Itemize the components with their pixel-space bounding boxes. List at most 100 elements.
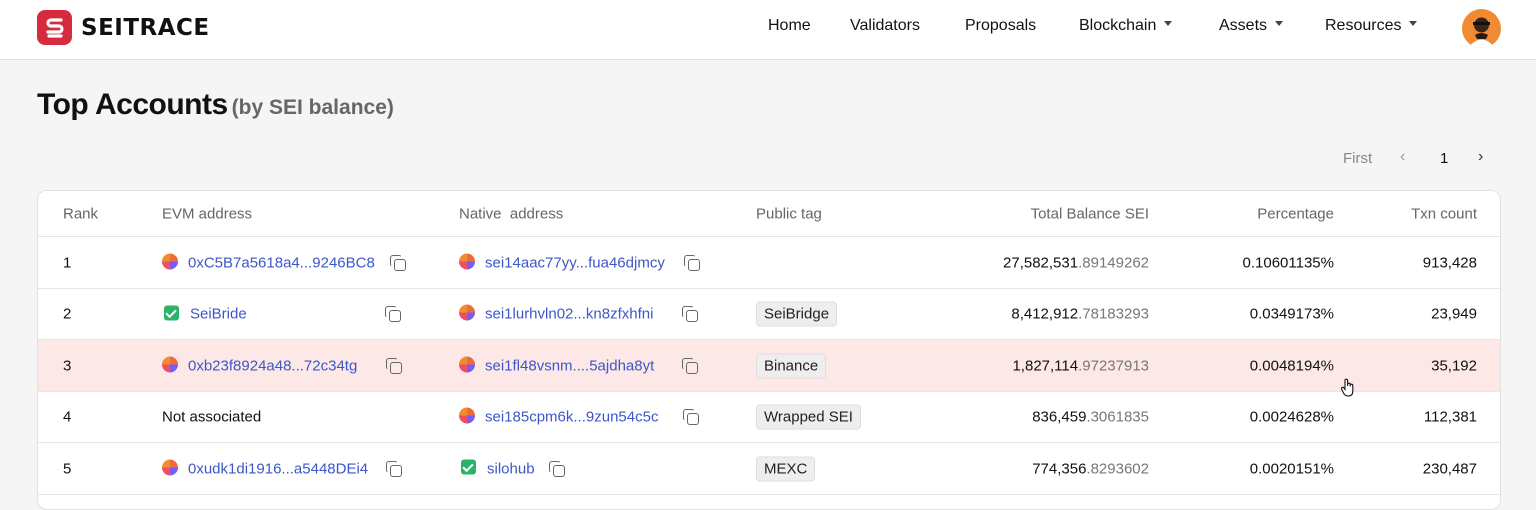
table-row: 1 0xC5B7a5618a4...9246BC8 sei14aac77yy..… xyxy=(38,237,1500,289)
percentage-cell: 0.0048194% xyxy=(1249,357,1334,374)
rank-cell: 5 xyxy=(63,460,72,477)
percentage-cell: 0.0024628% xyxy=(1249,408,1334,426)
copy-icon[interactable] xyxy=(683,409,699,425)
percentage-cell: 0.0020151% xyxy=(1249,460,1334,477)
rank-cell: 1 xyxy=(63,254,72,271)
evm-address-cell: 0xC5B7a5618a4...9246BC8 xyxy=(162,253,375,271)
nav-label: Blockchain xyxy=(1079,17,1157,34)
balance-decimal: .89149262 xyxy=(1078,254,1149,271)
evm-address-link[interactable]: SeiBride xyxy=(190,306,247,323)
table-header: Rank EVM address Native address Public t… xyxy=(38,191,1500,237)
table-row: 5 0xudk1di1916...a5448DEi4 silohub MEXC … xyxy=(38,443,1500,495)
native-address-cell: silohub xyxy=(461,459,535,477)
top-accounts-table: Rank EVM address Native address Public t… xyxy=(37,190,1501,510)
caret-down-icon xyxy=(1409,21,1418,27)
evm-address-link[interactable]: 0xC5B7a5618a4...9246BC8 xyxy=(188,254,375,271)
col-evm-address: EVM address xyxy=(162,205,253,222)
balance-decimal: .78183293 xyxy=(1078,305,1149,323)
copy-icon[interactable] xyxy=(386,461,402,477)
native-address-cell: sei185cpm6k...9zun54c5c xyxy=(459,407,658,425)
nav-home[interactable]: Home xyxy=(768,17,811,35)
evm-address-cell: 0xb23f8924a48...72c34tg xyxy=(162,356,357,374)
balance-integer: 1,827,114 xyxy=(1012,357,1079,374)
balance-cell: 27,582,531.89149262 xyxy=(1003,254,1149,271)
avatar[interactable] xyxy=(1462,9,1501,48)
public-tag-cell: SeiBridge xyxy=(756,301,838,327)
native-address-cell: sei14aac77yy...fua46djmcy xyxy=(459,253,665,271)
page-subtitle: (by SEI balance) xyxy=(231,96,394,119)
nav-blockchain[interactable]: Blockchain xyxy=(1079,17,1173,35)
copy-icon[interactable] xyxy=(682,358,698,374)
nav-validators[interactable]: Validators xyxy=(850,17,920,35)
evm-address-link[interactable]: 0xb23f8924a48...72c34tg xyxy=(188,357,357,374)
copy-icon[interactable] xyxy=(682,306,698,322)
balance-cell: 836,459.3061835 xyxy=(1032,409,1149,426)
native-address-cell: sei1lurhvln02...kn8zfxhfni xyxy=(459,304,653,322)
pagination-current-page[interactable]: 1 xyxy=(1440,150,1448,167)
token-dot-icon xyxy=(459,356,475,373)
balance-decimal: .97237913 xyxy=(1078,357,1149,374)
table-row: 4 Not associated sei185cpm6k...9zun54c5c… xyxy=(38,392,1500,443)
chevron-right-icon[interactable]: › xyxy=(1478,148,1483,166)
txn-count-cell: 23,949 xyxy=(1431,305,1477,323)
nav-label: Resources xyxy=(1325,17,1402,34)
col-native-address: Native address xyxy=(459,205,564,222)
col-percentage: Percentage xyxy=(1257,205,1334,222)
logo-text: SEITRACE xyxy=(81,14,210,41)
col-rank: Rank xyxy=(63,205,99,222)
page-title-text: Top Accounts xyxy=(37,88,228,121)
rank-cell: 3 xyxy=(63,357,72,374)
nav-proposals[interactable]: Proposals xyxy=(965,17,1036,35)
col-public-tag: Public tag xyxy=(756,205,822,222)
nav-label: Proposals xyxy=(965,17,1037,34)
balance-cell: 8,412,912.78183293 xyxy=(1011,306,1149,323)
token-dot-icon xyxy=(459,407,475,424)
public-tag-badge[interactable]: SeiBridge xyxy=(756,301,838,327)
public-tag-badge[interactable]: Binance xyxy=(756,353,827,378)
top-navbar: SEITRACE Home Validators Proposals Block… xyxy=(0,0,1536,60)
evm-address-link[interactable]: 0xudk1di1916...a5448DEi4 xyxy=(188,460,368,477)
native-address-cell: sei1fl48vsnm....5ajdha8yt xyxy=(459,356,654,374)
nav-assets[interactable]: Assets xyxy=(1219,17,1284,35)
copy-icon[interactable] xyxy=(386,358,402,374)
native-address-link[interactable]: sei14aac77yy...fua46djmcy xyxy=(485,254,665,271)
logo[interactable]: SEITRACE xyxy=(37,10,210,45)
caret-down-icon xyxy=(1275,21,1284,27)
evm-address-cell: 0xudk1di1916...a5448DEi4 xyxy=(162,459,368,477)
token-dot-icon xyxy=(162,253,178,270)
token-dot-icon xyxy=(459,253,475,270)
public-tag-cell: Wrapped SEI xyxy=(756,404,861,430)
table-row: 2 SeiBride sei1lurhvln02...kn8zfxhfni Se… xyxy=(38,289,1500,340)
copy-icon[interactable] xyxy=(385,306,401,322)
col-txn-count: Txn count xyxy=(1411,205,1477,222)
balance-cell: 774,356.8293602 xyxy=(1032,460,1149,477)
percentage-cell: 0.10601135% xyxy=(1242,254,1334,271)
token-dot-icon xyxy=(162,459,178,476)
percentage-cell: 0.0349173% xyxy=(1249,305,1334,323)
native-address-link[interactable]: sei185cpm6k...9zun54c5c xyxy=(485,408,658,425)
copy-icon[interactable] xyxy=(549,461,565,477)
balance-cell: 1,827,114.97237913 xyxy=(1012,357,1149,374)
native-address-link[interactable]: sei1lurhvln02...kn8zfxhfni xyxy=(485,305,653,322)
copy-icon[interactable] xyxy=(390,255,406,271)
txn-count-cell: 913,428 xyxy=(1422,254,1477,271)
native-address-link[interactable]: silohub xyxy=(487,460,535,477)
public-tag-badge[interactable]: MEXC xyxy=(756,456,816,481)
public-tag-cell: MEXC xyxy=(756,456,816,481)
native-address-link[interactable]: sei1fl48vsnm....5ajdha8yt xyxy=(485,357,654,374)
pagination-first-button[interactable]: First xyxy=(1343,150,1372,167)
token-dot-icon xyxy=(459,304,475,321)
balance-integer: 774,356 xyxy=(1032,460,1087,477)
balance-decimal: .3061835 xyxy=(1086,408,1149,426)
nav-label: Home xyxy=(768,17,811,34)
page-title: Top Accounts (by SEI balance) xyxy=(37,88,394,122)
copy-icon[interactable] xyxy=(684,255,700,271)
nav-resources[interactable]: Resources xyxy=(1325,17,1418,35)
rank-cell: 2 xyxy=(63,305,72,323)
txn-count-cell: 112,381 xyxy=(1423,408,1477,426)
table-row: 3 0xb23f8924a48...72c34tg sei1fl48vsnm..… xyxy=(38,340,1500,397)
public-tag-badge[interactable]: Wrapped SEI xyxy=(756,404,861,430)
verified-contract-icon xyxy=(461,459,476,475)
chevron-left-icon[interactable]: ‹ xyxy=(1400,148,1405,166)
txn-count-cell: 230,487 xyxy=(1422,460,1477,477)
